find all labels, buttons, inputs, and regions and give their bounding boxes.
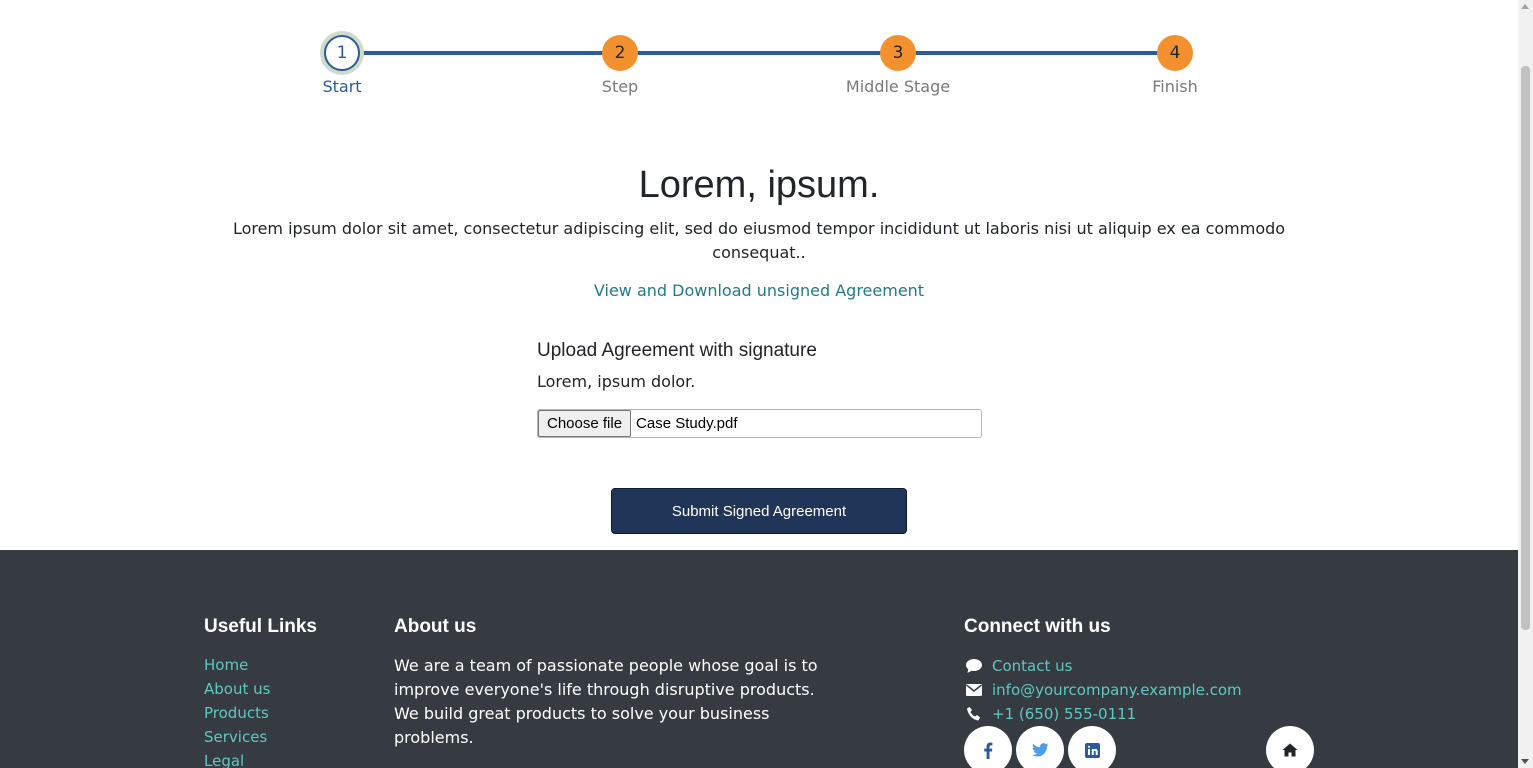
stepper-line	[342, 51, 1175, 55]
home-button[interactable]	[1266, 726, 1314, 768]
main-content: Lorem, ipsum. Lorem ipsum dolor sit amet…	[0, 164, 1518, 300]
step-label: Middle Stage	[845, 77, 951, 96]
about-text: We are a team of passionate people whose…	[394, 656, 818, 747]
social-links	[964, 726, 1120, 768]
vertical-scrollbar[interactable]	[1518, 0, 1533, 768]
about-heading: About us	[394, 616, 477, 637]
footer-link-about[interactable]: About us	[204, 680, 270, 698]
envelope-icon	[964, 683, 984, 697]
footer-link-legal[interactable]: Legal	[204, 752, 244, 768]
scroll-up-arrow-icon[interactable]	[1521, 4, 1529, 9]
file-input[interactable]: Choose file Case Study.pdf	[537, 409, 982, 438]
choose-file-button[interactable]: Choose file	[538, 410, 632, 437]
useful-links-heading: Useful Links	[204, 616, 317, 637]
step-number: 3	[880, 35, 916, 71]
linkedin-icon	[1084, 742, 1100, 758]
progress-stepper: 1 Start 2 Step 3 Middle Stage 4 Finish	[322, 32, 1218, 102]
step-middle-stage[interactable]: 3 Middle Stage	[838, 35, 958, 96]
connect-heading: Connect with us	[964, 616, 1111, 637]
footer-link-home[interactable]: Home	[204, 656, 248, 674]
home-icon	[1282, 743, 1298, 757]
linkedin-button[interactable]	[1068, 726, 1116, 768]
scroll-thumb[interactable]	[1521, 66, 1530, 630]
twitter-icon	[1031, 743, 1048, 757]
download-agreement-link[interactable]: View and Download unsigned Agreement	[594, 281, 924, 300]
about-column: About us We are a team of passionate peo…	[394, 616, 834, 750]
step-finish[interactable]: 4 Finish	[1115, 35, 1235, 96]
phone-link[interactable]: +1 (650) 555-0111	[992, 705, 1136, 723]
email-link[interactable]: info@yourcompany.example.com	[992, 681, 1242, 699]
scroll-down-arrow-icon[interactable]	[1521, 759, 1529, 764]
page-description: Lorem ipsum dolor sit amet, consectetur …	[232, 219, 1286, 262]
selected-file-name: Case Study.pdf	[636, 415, 738, 432]
phone-icon	[964, 706, 984, 722]
step-number: 2	[602, 35, 638, 71]
upload-subtext: Lorem, ipsum dolor.	[537, 372, 696, 391]
footer-link-products[interactable]: Products	[204, 704, 269, 722]
step-number: 1	[324, 35, 360, 71]
submit-signed-agreement-button[interactable]: Submit Signed Agreement	[611, 488, 907, 534]
step-step[interactable]: 2 Step	[560, 35, 680, 96]
step-number: 4	[1157, 35, 1193, 71]
upload-heading: Upload Agreement with signature	[537, 340, 817, 361]
comment-icon	[964, 658, 984, 674]
footer-link-services[interactable]: Services	[204, 728, 267, 746]
step-label: Step	[601, 77, 639, 96]
facebook-icon	[984, 742, 993, 759]
step-label: Finish	[1152, 77, 1198, 96]
upload-section: Upload Agreement with signature Lorem, i…	[537, 340, 983, 438]
connect-column: Connect with us Contact us info@yourcomp…	[964, 616, 1324, 726]
page-title: Lorem, ipsum.	[638, 164, 880, 206]
step-label: Start	[322, 77, 362, 96]
facebook-button[interactable]	[964, 726, 1012, 768]
twitter-button[interactable]	[1016, 726, 1064, 768]
contact-us-link[interactable]: Contact us	[992, 657, 1072, 675]
footer: Useful Links Home About us Products Serv…	[0, 550, 1518, 768]
useful-links-column: Useful Links Home About us Products Serv…	[204, 616, 317, 768]
step-start[interactable]: 1 Start	[282, 35, 402, 96]
